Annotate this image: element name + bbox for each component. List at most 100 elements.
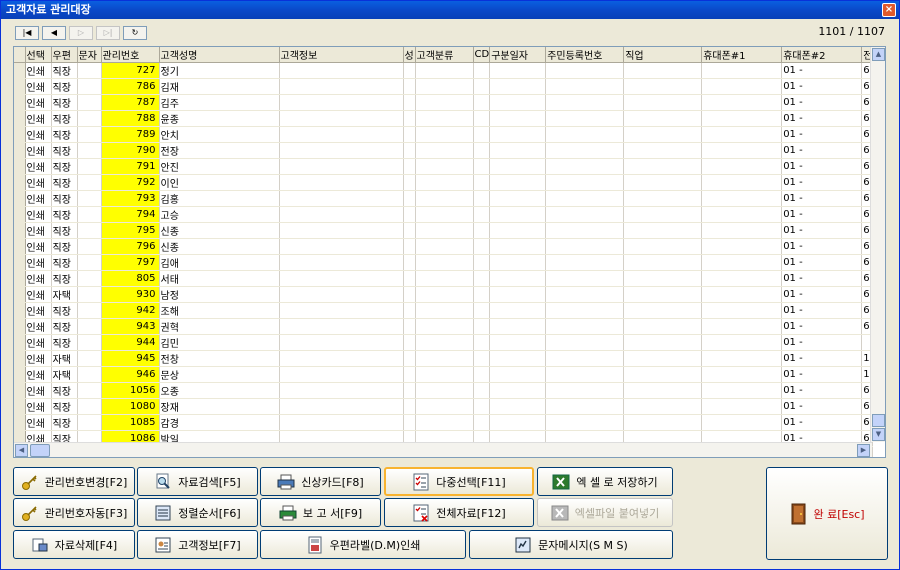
table-cell[interactable] [473, 414, 491, 431]
table-cell[interactable]: 01 - [781, 334, 863, 351]
table-cell[interactable] [415, 142, 474, 159]
table-cell[interactable]: 942 [101, 302, 160, 319]
table-cell[interactable] [473, 142, 491, 159]
table-cell[interactable] [701, 62, 783, 79]
table-cell[interactable] [415, 366, 474, 383]
table-cell[interactable] [623, 110, 703, 127]
table-cell[interactable] [279, 318, 404, 335]
scroll-up-icon[interactable]: ▲ [872, 48, 885, 61]
table-cell[interactable] [415, 62, 474, 79]
table-cell[interactable]: 조해 [159, 302, 280, 319]
table-cell[interactable] [473, 254, 491, 271]
table-cell[interactable]: 신종 [159, 238, 280, 255]
table-cell[interactable] [77, 206, 102, 223]
table-row[interactable]: 인쇄 직장 805 서태 01 -6 [14, 270, 874, 287]
table-cell[interactable] [279, 302, 404, 319]
table-cell[interactable] [473, 94, 491, 111]
table-cell[interactable] [473, 158, 491, 175]
table-cell[interactable]: 직장 [51, 238, 78, 255]
h-scroll-thumb[interactable] [30, 444, 50, 457]
table-cell[interactable]: 795 [101, 222, 160, 239]
table-cell[interactable]: 01 - [781, 158, 863, 175]
table-cell[interactable] [545, 414, 625, 431]
table-cell[interactable] [623, 78, 703, 95]
table-cell[interactable]: 930 [101, 286, 160, 303]
table-cell[interactable]: 01 - [781, 126, 863, 143]
table-cell[interactable]: 01 - [781, 142, 863, 159]
table-cell[interactable] [701, 318, 783, 335]
table-cell[interactable] [403, 190, 416, 207]
table-cell[interactable] [279, 62, 404, 79]
column-header[interactable]: 고객정보 [279, 47, 404, 63]
table-cell[interactable]: 직장 [51, 270, 78, 287]
table-cell[interactable]: 인쇄 [25, 398, 52, 415]
table-cell[interactable] [623, 94, 703, 111]
table-cell[interactable] [279, 398, 404, 415]
table-cell[interactable]: 인쇄 [25, 318, 52, 335]
table-cell[interactable] [701, 286, 783, 303]
table-cell[interactable]: 직장 [51, 190, 78, 207]
table-cell[interactable]: 장재 [159, 398, 280, 415]
table-cell[interactable] [279, 382, 404, 399]
table-cell[interactable]: 01 - [781, 78, 863, 95]
table-cell[interactable] [545, 142, 625, 159]
last-record-button[interactable]: ▷| [96, 26, 120, 40]
table-cell[interactable]: 945 [101, 350, 160, 367]
table-cell[interactable] [403, 398, 416, 415]
table-cell[interactable] [77, 126, 102, 143]
table-cell[interactable]: 인쇄 [25, 142, 52, 159]
table-cell[interactable]: 직장 [51, 302, 78, 319]
table-row[interactable]: 인쇄 직장 789 안치 01 -6 [14, 126, 874, 143]
table-cell[interactable] [77, 318, 102, 335]
table-cell[interactable] [545, 254, 625, 271]
column-header[interactable]: 고객분류 [415, 47, 474, 63]
table-row[interactable]: 인쇄 직장 793 김홍 01 -6 [14, 190, 874, 207]
table-row[interactable]: 인쇄 직장 788 윤종 01 -6 [14, 110, 874, 127]
table-row[interactable]: 인쇄 직장 943 권혁 01 -6 [14, 318, 874, 335]
table-cell[interactable]: 직장 [51, 78, 78, 95]
table-cell[interactable] [403, 174, 416, 191]
table-cell[interactable] [489, 206, 547, 223]
table-cell[interactable] [623, 126, 703, 143]
table-cell[interactable] [473, 382, 491, 399]
table-row[interactable]: 인쇄 직장 795 신종 01 -6 [14, 222, 874, 239]
table-cell[interactable] [473, 398, 491, 415]
sms-button[interactable]: 문자메시지(S M S) [469, 530, 673, 559]
table-cell[interactable] [279, 414, 404, 431]
table-cell[interactable] [489, 302, 547, 319]
table-cell[interactable]: 01 - [781, 254, 863, 271]
table-cell[interactable] [403, 158, 416, 175]
table-cell[interactable] [77, 190, 102, 207]
table-cell[interactable]: 인쇄 [25, 414, 52, 431]
table-cell[interactable] [77, 398, 102, 415]
table-cell[interactable] [545, 126, 625, 143]
table-cell[interactable]: 직장 [51, 174, 78, 191]
table-cell[interactable]: 인쇄 [25, 222, 52, 239]
table-cell[interactable] [77, 270, 102, 287]
table-cell[interactable] [623, 318, 703, 335]
table-cell[interactable] [473, 206, 491, 223]
table-cell[interactable] [279, 238, 404, 255]
done-button[interactable]: 완 료[Esc] [766, 467, 888, 560]
table-cell[interactable] [545, 190, 625, 207]
table-cell[interactable] [623, 62, 703, 79]
delete-data-button[interactable]: 자료삭제[F4] [13, 530, 135, 559]
table-cell[interactable] [701, 222, 783, 239]
table-cell[interactable] [545, 222, 625, 239]
table-cell[interactable]: 01 - [781, 110, 863, 127]
table-cell[interactable] [415, 78, 474, 95]
table-cell[interactable] [77, 302, 102, 319]
table-cell[interactable] [415, 334, 474, 351]
table-cell[interactable] [545, 270, 625, 287]
next-record-button[interactable]: ▷ [69, 26, 93, 40]
table-cell[interactable] [403, 302, 416, 319]
table-cell[interactable]: 01 - [781, 190, 863, 207]
table-cell[interactable]: 김주 [159, 94, 280, 111]
table-cell[interactable]: 직장 [51, 334, 78, 351]
table-cell[interactable] [489, 334, 547, 351]
table-cell[interactable] [701, 270, 783, 287]
table-row[interactable]: 인쇄 직장 794 고승 01 -6 [14, 206, 874, 223]
table-cell[interactable] [545, 158, 625, 175]
table-cell[interactable] [489, 366, 547, 383]
table-cell[interactable] [403, 254, 416, 271]
